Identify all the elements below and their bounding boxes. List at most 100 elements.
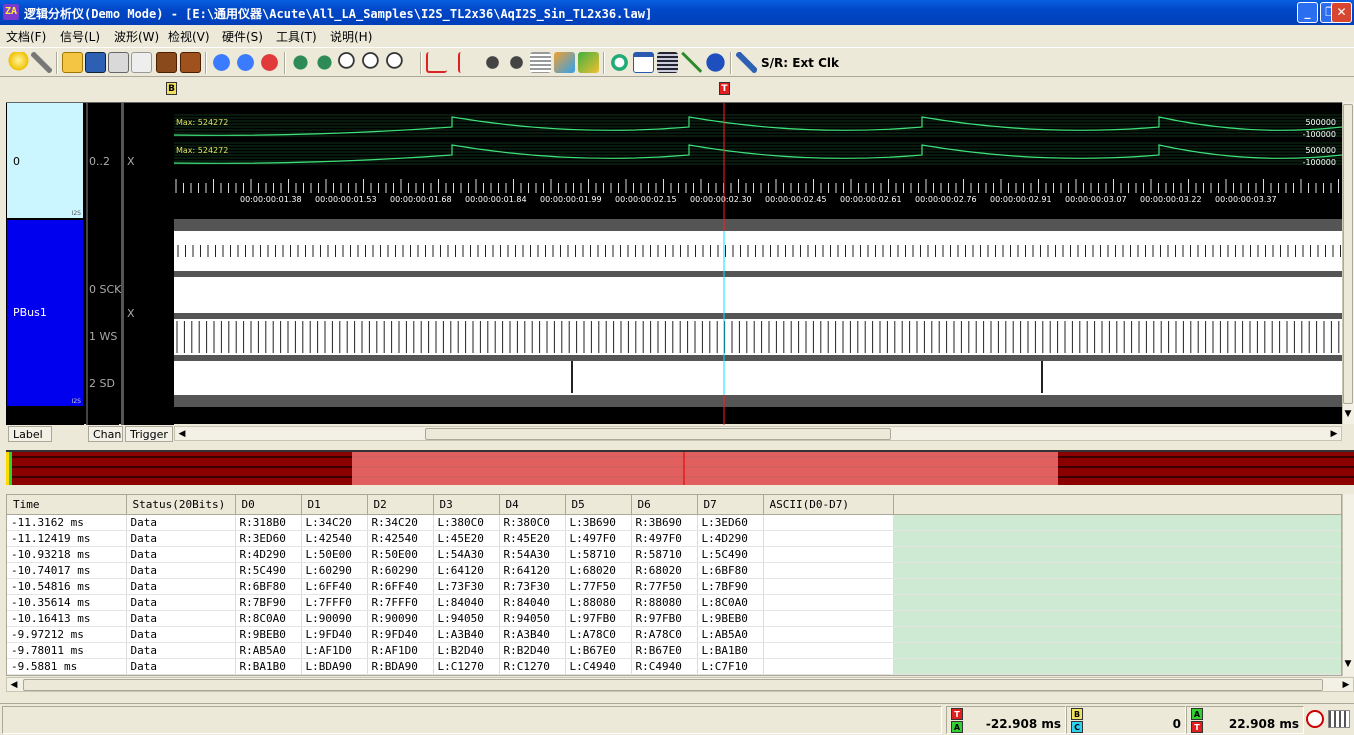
chan-column-header[interactable]: Chan [88, 426, 123, 442]
cell-status: Data [126, 610, 236, 627]
menu-file[interactable]: 文档(F) [6, 28, 46, 45]
window-icon[interactable] [633, 52, 654, 73]
briefcase-export-icon[interactable] [180, 52, 201, 73]
col-d0[interactable]: D0 [235, 495, 302, 515]
briefcase-icon[interactable] [156, 52, 177, 73]
table-vscroll[interactable]: ▼ [1342, 494, 1354, 676]
table-row[interactable]: -9.78011 ms Data R:AB5A0 L:AF1D0 R:AF1D0 L:B2… [7, 642, 1341, 659]
trigger-cond-0[interactable]: X [127, 155, 135, 168]
waveform-list-icon[interactable] [657, 52, 678, 73]
table-row[interactable]: -10.16413 ms Data R:8C0A0 L:90090 R:90090 L:9… [7, 610, 1341, 627]
cell-d7: L:6BF80 [697, 562, 764, 579]
overview-bar[interactable] [6, 450, 1354, 485]
open-folder-icon[interactable] [62, 52, 83, 73]
cursor-b-marker[interactable]: B [166, 82, 177, 95]
col-d1[interactable]: D1 [301, 495, 368, 515]
go-forward-icon[interactable] [314, 52, 335, 73]
cell-ascii [763, 562, 894, 579]
cell-d4: R:64120 [499, 562, 566, 579]
col-d7[interactable]: D7 [697, 495, 764, 515]
trigger-setup-icon[interactable] [426, 52, 447, 73]
overview-canvas [6, 452, 1354, 485]
print-icon[interactable] [108, 52, 129, 73]
copy-icon[interactable] [131, 52, 152, 73]
refresh-icon[interactable] [554, 52, 575, 73]
analog-trace-2 [174, 144, 1342, 164]
waveform-canvas[interactable]: Max: 524272 Max: 524272 500000 -100000 5… [174, 103, 1342, 425]
trigger-level-icon[interactable] [458, 52, 479, 73]
table-row[interactable]: -11.12419 ms Data R:3ED60 L:42540 R:42540 L:4… [7, 530, 1341, 547]
time-tick-label: 00:00:00:02.30 [690, 195, 752, 204]
col-status[interactable]: Status(20Bits) [126, 495, 236, 515]
minimize-button[interactable]: _ [1297, 2, 1318, 23]
stop-icon[interactable] [259, 52, 280, 73]
label-group-0[interactable]: 0 I2S [7, 103, 83, 218]
close-button[interactable]: ✕ [1331, 2, 1352, 23]
waveform-vscroll[interactable]: ▼ [1342, 102, 1354, 424]
search-next-icon[interactable] [506, 52, 527, 73]
checklist-icon[interactable] [681, 52, 702, 73]
run-icon[interactable] [211, 52, 232, 73]
label-group-pbus1[interactable]: PBus1 I2S [7, 220, 83, 406]
zoom-out-icon[interactable] [362, 52, 383, 73]
table-row[interactable]: -10.35614 ms Data R:7BF90 L:7FFF0 R:7FFF0 L:8… [7, 594, 1341, 611]
clock-status-icon[interactable] [1306, 710, 1324, 728]
lightbulb-icon[interactable] [8, 52, 29, 73]
cell-d5: L:497F0 [565, 530, 632, 547]
zoom-fit-icon[interactable] [386, 52, 407, 73]
save-icon[interactable] [85, 52, 106, 73]
cell-status: Data [126, 594, 236, 611]
waveform-hscroll[interactable]: ◀ ▶ [174, 426, 1342, 441]
list-icon[interactable] [530, 52, 551, 73]
menu-waveform[interactable]: 波形(W) [114, 28, 159, 45]
menu-tools[interactable]: 工具(T) [276, 28, 317, 45]
trigger-column-header[interactable]: Trigger [125, 426, 173, 442]
cell-d4: R:45E20 [499, 530, 566, 547]
col-ascii[interactable]: ASCII(D0-D7) [763, 495, 894, 515]
trigger-marker[interactable]: T [719, 82, 730, 95]
cell-d6: R:97FB0 [631, 610, 698, 627]
clock-icon[interactable] [609, 52, 630, 73]
run-repeat-icon[interactable] [235, 52, 256, 73]
go-back-icon[interactable] [290, 52, 311, 73]
menu-view[interactable]: 检视(V) [168, 28, 210, 45]
table-row[interactable]: -9.5881 ms Data R:BA1B0 L:BDA90 R:BDA90 L:C12… [7, 658, 1341, 675]
table-row[interactable]: -10.93218 ms Data R:4D290 L:50E00 R:50E00 L:5… [7, 546, 1341, 563]
table-row[interactable]: -10.74017 ms Data R:5C490 L:60290 R:60290 L:6… [7, 562, 1341, 579]
cell-d1: L:50E00 [301, 546, 368, 563]
search-prev-icon[interactable] [482, 52, 503, 73]
cell-d6: R:497F0 [631, 530, 698, 547]
trigger-cond-1[interactable]: X [127, 307, 135, 320]
menu-help[interactable]: 说明(H) [330, 28, 372, 45]
cell-d1: L:90090 [301, 610, 368, 627]
col-d3[interactable]: D3 [433, 495, 500, 515]
channel-0-2: 0..2 [89, 155, 110, 168]
col-d5[interactable]: D5 [565, 495, 632, 515]
table-row[interactable]: -11.3162 ms Data R:318B0 L:34C20 R:34C20 L:38… [7, 514, 1341, 531]
time-tick-label: 00:00:00:01.68 [390, 195, 452, 204]
status-a2-tag: A [1191, 708, 1203, 720]
col-d4[interactable]: D4 [499, 495, 566, 515]
col-d2[interactable]: D2 [367, 495, 434, 515]
pen-icon[interactable] [736, 52, 757, 73]
table-hscroll[interactable]: ◀ ▶ [6, 677, 1354, 692]
cell-d3: L:380C0 [433, 514, 500, 531]
table-hscroll-thumb[interactable] [23, 679, 1323, 691]
table-row[interactable]: -9.97212 ms Data R:9BEB0 L:9FD40 R:9FD40 L:A3… [7, 626, 1341, 643]
zoom-in-icon[interactable] [338, 52, 359, 73]
menu-hardware[interactable]: 硬件(S) [222, 28, 263, 45]
info-icon[interactable] [705, 52, 726, 73]
menu-signal[interactable]: 信号(L) [60, 28, 100, 45]
signal-status-icon[interactable] [1328, 710, 1350, 728]
cell-ascii [763, 546, 894, 563]
wrench-icon[interactable] [31, 52, 52, 73]
decode-icon[interactable] [578, 52, 599, 73]
cell-d7: L:9BEB0 [697, 610, 764, 627]
col-d6[interactable]: D6 [631, 495, 698, 515]
table-row[interactable]: -10.54816 ms Data R:6BF80 L:6FF40 R:6FF40 L:7… [7, 578, 1341, 595]
overview-view-window [352, 452, 1058, 485]
waveform-hscroll-thumb[interactable] [425, 428, 891, 440]
col-time[interactable]: Time [7, 495, 127, 515]
cell-d6: R:68020 [631, 562, 698, 579]
label-column-header[interactable]: Label [8, 426, 52, 442]
